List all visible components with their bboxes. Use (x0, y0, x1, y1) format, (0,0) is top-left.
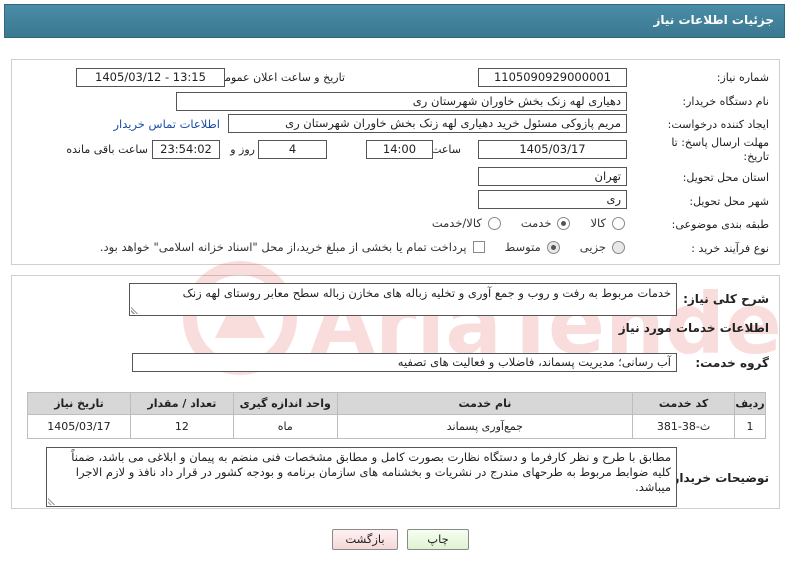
back-button[interactable]: بازگشت (332, 529, 398, 550)
col-service-code: کد خدمت (632, 392, 736, 415)
buyer-notes-label: توضیحات خریدار: (667, 471, 769, 485)
process-radio-group: جزیی متوسط پرداخت تمام یا بخشی از مبلغ خ… (100, 240, 625, 254)
row-number-cell: 1 (734, 414, 766, 439)
summary-label: شرح کلی نیاز: (683, 292, 769, 306)
deadline-time-field: 14:00 (366, 140, 433, 159)
col-unit: واحد اندازه گیری (232, 392, 338, 415)
buyer-contact-link[interactable]: اطلاعات تماس خریدار (113, 117, 220, 131)
deadline-date-field: 1405/03/17 (478, 140, 627, 159)
category-goods-service-radio[interactable] (487, 216, 501, 230)
remaining-time-field: 23:54:02 (152, 140, 220, 159)
deadline-time-label: ساعت (431, 143, 461, 156)
treasury-payment-note: پرداخت تمام یا بخشی از مبلغ خرید،از محل … (99, 240, 467, 254)
category-service-radio[interactable] (557, 216, 571, 230)
services-table: ردیف کد خدمت نام خدمت واحد اندازه گیری ت… (27, 392, 766, 439)
unit-cell: ماه (232, 414, 338, 439)
creator-label: ایجاد کننده درخواست: (667, 118, 769, 131)
province-field: تهران (478, 167, 627, 186)
process-minor-label: جزیی (579, 240, 606, 254)
announce-label: تاریخ و ساعت اعلان عمومی: (212, 71, 345, 84)
deadline-label: مهلت ارسال پاسخ: تا تاریخ: (671, 136, 769, 163)
buyer-org-field: دهیاری لهه زنک بخش خاوران شهرستان ری (176, 92, 627, 111)
need-date-cell: 1405/03/17 (27, 414, 131, 439)
buyer-notes-text: مطابق با طرح و نظر کارفرما و دستگاه نظار… (71, 450, 671, 494)
category-label: طبقه بندی موضوعی: (671, 218, 769, 231)
province-label: استان محل تحویل: (682, 171, 769, 184)
service-group-label: گروه خدمت: (695, 356, 769, 370)
city-field: ری (478, 190, 627, 209)
remaining-label: ساعت باقی مانده (66, 143, 148, 156)
service-name-cell: جمع‌آوری پسماند (336, 414, 634, 439)
need-number-field: 1105090929000001 (478, 68, 627, 87)
process-minor-radio[interactable] (612, 240, 625, 254)
col-row-number: ردیف (734, 392, 766, 415)
category-service-label: خدمت (520, 216, 552, 230)
services-section-title: اطلاعات خدمات مورد نیاز (618, 321, 769, 335)
need-number-label: شماره نیاز: (716, 71, 769, 84)
col-quantity: تعداد / مقدار (129, 392, 234, 415)
remaining-days-field: 4 (258, 140, 327, 159)
summary-textarea: خدمات مربوط به رفت و روب و جمع آوری و تخ… (129, 283, 677, 316)
category-goods-service-label: کالا/خدمت (431, 216, 482, 230)
city-label: شهر محل تحویل: (689, 195, 769, 208)
resize-grip-icon[interactable] (48, 497, 56, 505)
announce-datetime-field: 1405/03/12 - 13:15 (76, 68, 225, 87)
service-code-cell: ث-38-381 (632, 414, 736, 439)
category-radio-group: کالا خدمت کالا/خدمت (418, 216, 625, 230)
process-medium-radio[interactable] (546, 240, 560, 254)
print-button[interactable]: چاپ (407, 529, 469, 550)
page-title: جزئیات اطلاعات نیاز (653, 13, 774, 27)
creator-field: مریم پازوکی مسئول خرید دهیاری لهه زنک بخ… (228, 114, 627, 133)
buyer-notes-textarea: مطابق با طرح و نظر کارفرما و دستگاه نظار… (46, 447, 677, 507)
table-row: 1 ث-38-381 جمع‌آوری پسماند ماه 12 1405/0… (27, 414, 766, 439)
buyer-org-label: نام دستگاه خریدار: (682, 95, 769, 108)
resize-grip-icon[interactable] (131, 306, 139, 314)
treasury-payment-checkbox[interactable] (472, 241, 485, 253)
col-service-name: نام خدمت (336, 392, 634, 415)
table-header-row: ردیف کد خدمت نام خدمت واحد اندازه گیری ت… (27, 392, 766, 415)
quantity-cell: 12 (129, 414, 234, 439)
days-label: روز و (230, 143, 255, 156)
process-label: نوع فرآیند خرید : (691, 242, 769, 255)
process-medium-label: متوسط (504, 240, 541, 254)
category-goods-radio[interactable] (612, 216, 625, 230)
summary-text: خدمات مربوط به رفت و روب و جمع آوری و تخ… (182, 286, 671, 300)
category-goods-label: کالا (590, 216, 606, 230)
service-group-field: آب رسانی؛ مدیریت پسماند، فاضلاب و فعالیت… (132, 353, 677, 372)
need-details-panel (11, 59, 780, 265)
page-header: جزئیات اطلاعات نیاز (4, 4, 785, 38)
col-need-date: تاریخ نیاز (27, 392, 131, 415)
